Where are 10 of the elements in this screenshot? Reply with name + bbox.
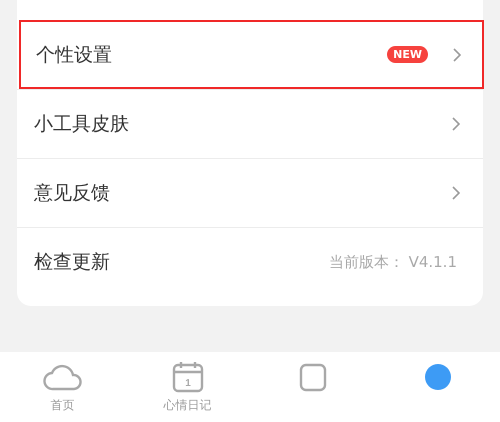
row-label: 检查更新 <box>34 250 110 275</box>
settings-row[interactable]: 小工具皮肤 <box>17 89 483 158</box>
row-label: 意见反馈 <box>34 181 110 206</box>
settings-row[interactable]: 检查更新 当前版本： V4.1.1 <box>17 227 483 296</box>
row-label: 个性设置 <box>36 42 112 68</box>
new-badge: NEW <box>387 46 428 63</box>
settings-row[interactable]: 个性设置 NEW <box>19 20 484 89</box>
settings-row[interactable]: 意见反馈 <box>17 158 483 227</box>
version-text: 当前版本： V4.1.1 <box>328 252 457 272</box>
row-label: 小工具皮肤 <box>34 112 129 137</box>
